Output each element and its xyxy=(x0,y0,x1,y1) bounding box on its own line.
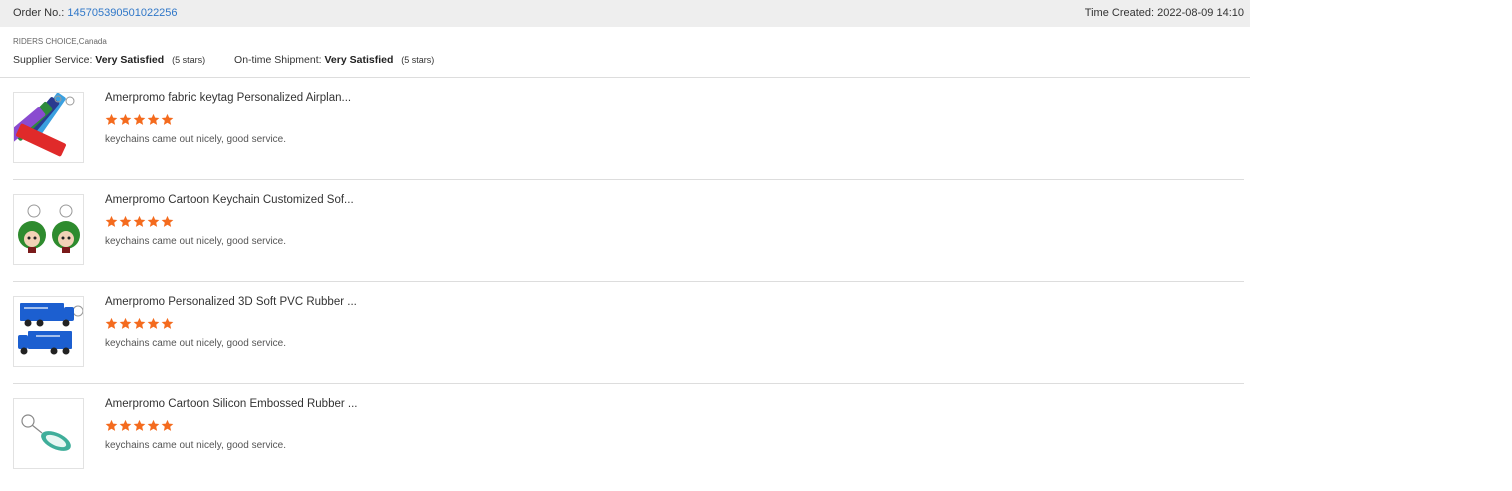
cartoon-keychain-image xyxy=(18,204,80,253)
star-icon xyxy=(147,113,160,125)
order-header-bar: Order No.: 145705390501022256 Time Creat… xyxy=(0,0,1250,27)
product-thumbnail[interactable] xyxy=(13,398,84,469)
rating-stars xyxy=(105,419,175,432)
product-thumbnail[interactable] xyxy=(13,92,84,163)
star-icon xyxy=(105,317,118,329)
order-review-panel: Order No.: 145705390501022256 Time Creat… xyxy=(0,0,1250,491)
order-number-group: Order No.: 145705390501022256 xyxy=(13,7,178,19)
rating-stars xyxy=(105,317,175,330)
star-icon xyxy=(161,419,174,431)
star-icon xyxy=(147,317,160,329)
time-created-group: Time Created: 2022-08-09 14:10 xyxy=(1085,7,1244,19)
star-icon xyxy=(133,419,146,431)
star-icon xyxy=(133,215,146,227)
supplier-service-rating: Supplier Service: Very Satisfied (5 star… xyxy=(13,54,205,66)
product-title[interactable]: Amerpromo Cartoon Keychain Customized So… xyxy=(105,194,354,206)
star-icon xyxy=(161,317,174,329)
review-item: Amerpromo Cartoon Keychain Customized So… xyxy=(13,180,1245,282)
review-comment: keychains came out nicely, good service. xyxy=(105,440,287,451)
supplier-ratings: Supplier Service: Very Satisfied (5 star… xyxy=(13,54,434,66)
supplier-service-stars: (5 stars) xyxy=(172,55,206,65)
time-created-value: 2022-08-09 14:10 xyxy=(1157,7,1244,19)
supplier-name: RIDERS CHOICE,Canada xyxy=(13,37,107,46)
rating-stars xyxy=(105,215,175,228)
star-icon xyxy=(119,113,132,125)
star-icon xyxy=(119,215,132,227)
supplier-service-label: Supplier Service: xyxy=(13,54,93,66)
shipment-stars: (5 stars) xyxy=(401,55,435,65)
supplier-service-value: Very Satisfied xyxy=(95,54,165,66)
review-comment: keychains came out nicely, good service. xyxy=(105,338,287,349)
shipment-rating: On-time Shipment: Very Satisfied (5 star… xyxy=(234,54,434,66)
star-icon xyxy=(119,317,132,329)
product-thumbnail[interactable] xyxy=(13,194,84,265)
silicon-keychain-image xyxy=(21,414,71,451)
product-title[interactable]: Amerpromo Cartoon Silicon Embossed Rubbe… xyxy=(105,398,357,410)
star-icon xyxy=(147,215,160,227)
review-item: Amerpromo Personalized 3D Soft PVC Rubbe… xyxy=(13,282,1245,384)
star-icon xyxy=(133,317,146,329)
time-created-label: Time Created: xyxy=(1084,7,1155,19)
star-icon xyxy=(147,419,160,431)
product-title[interactable]: Amerpromo Personalized 3D Soft PVC Rubbe… xyxy=(105,296,357,308)
review-item: Amerpromo fabric keytag Personalized Air… xyxy=(13,78,1245,180)
star-icon xyxy=(119,419,132,431)
star-icon xyxy=(105,419,118,431)
truck-keychain-image xyxy=(18,303,83,355)
review-comment: keychains came out nicely, good service. xyxy=(105,134,287,145)
star-icon xyxy=(161,215,174,227)
star-icon xyxy=(105,215,118,227)
rating-stars xyxy=(105,113,175,126)
order-number-link[interactable]: 145705390501022256 xyxy=(67,7,177,19)
fabric-keytag-image xyxy=(14,93,75,157)
product-title[interactable]: Amerpromo fabric keytag Personalized Air… xyxy=(105,92,351,104)
review-item: Amerpromo Cartoon Silicon Embossed Rubbe… xyxy=(13,384,1245,486)
star-icon xyxy=(105,113,118,125)
star-icon xyxy=(161,113,174,125)
star-icon xyxy=(133,113,146,125)
order-number-label: Order No.: xyxy=(13,7,65,19)
product-thumbnail[interactable] xyxy=(13,296,84,367)
shipment-value: Very Satisfied xyxy=(324,54,394,66)
review-comment: keychains came out nicely, good service. xyxy=(105,236,287,247)
shipment-label: On-time Shipment: xyxy=(234,54,322,66)
